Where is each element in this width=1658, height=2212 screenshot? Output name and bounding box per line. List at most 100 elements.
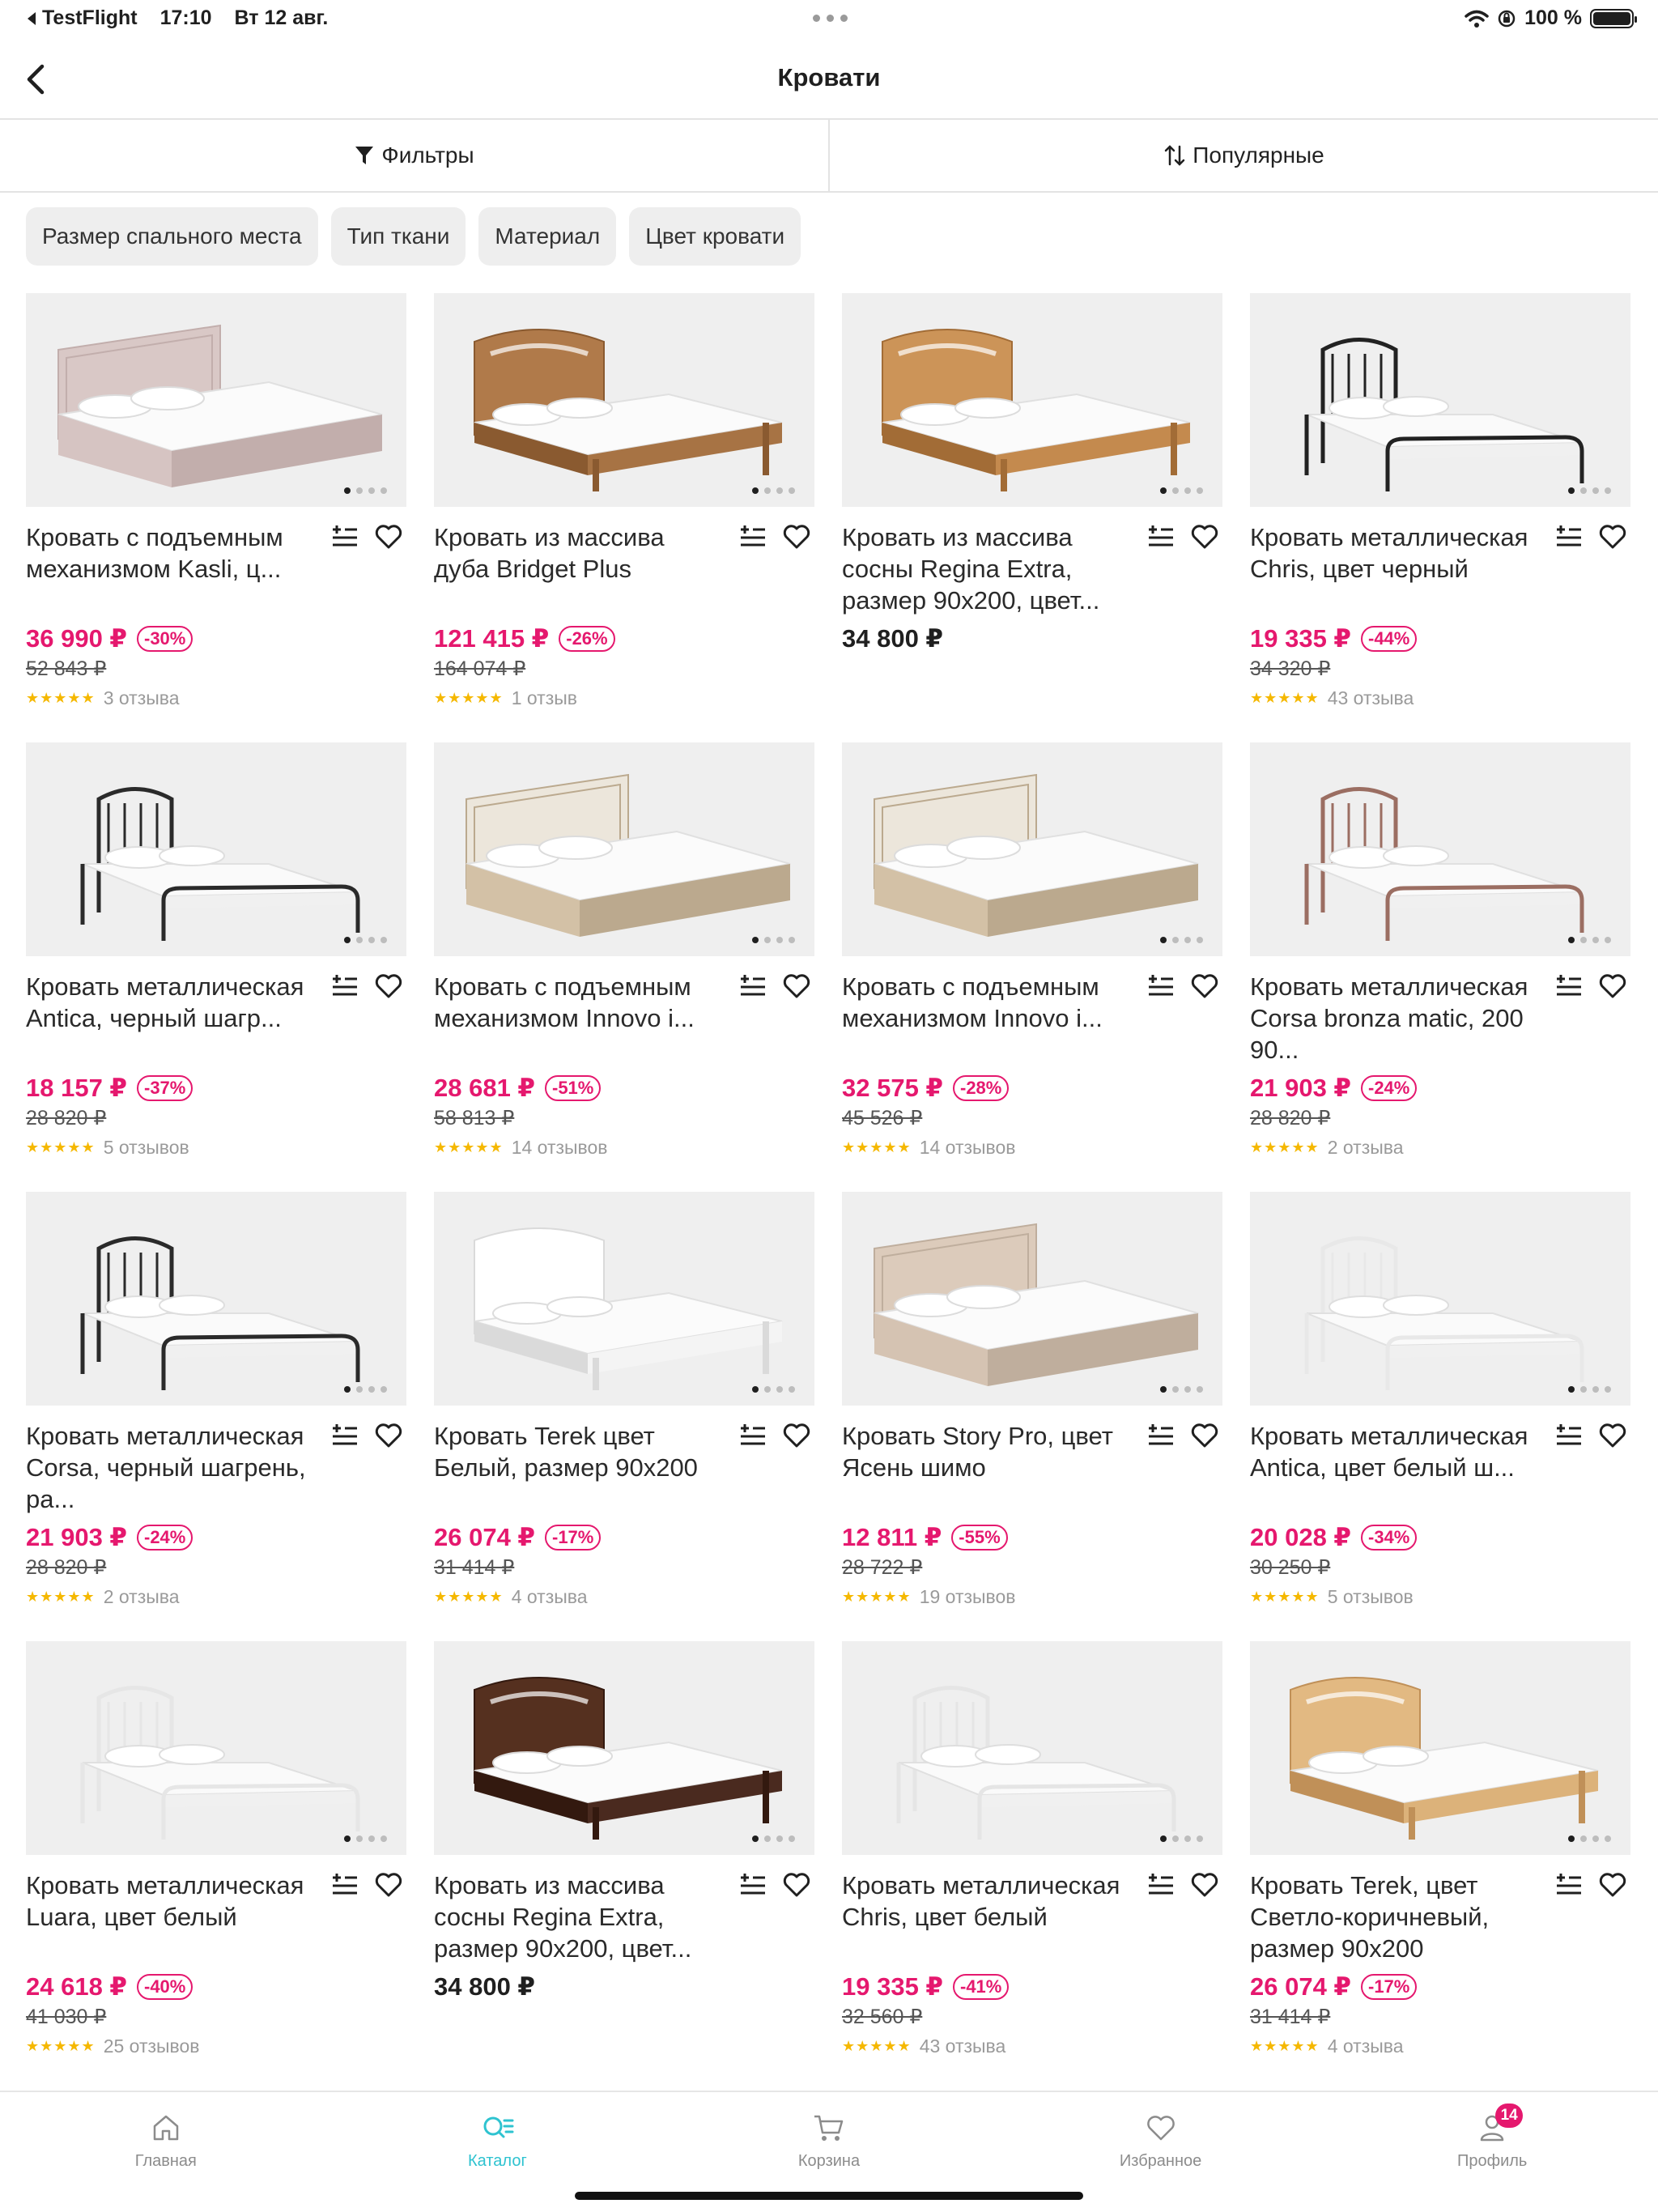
- product-image[interactable]: [842, 742, 1222, 956]
- product-image[interactable]: [1250, 742, 1630, 956]
- compare-list-icon[interactable]: [330, 1422, 359, 1449]
- product-image[interactable]: [434, 1641, 814, 1855]
- compare-list-icon[interactable]: [1554, 1871, 1584, 1899]
- compare-list-icon[interactable]: [1146, 1422, 1175, 1449]
- product-card[interactable]: Кровать металлическая Luara, цвет белый …: [26, 1641, 406, 2091]
- product-card[interactable]: Кровать металлическая Antica, черный шаг…: [26, 742, 406, 1192]
- product-image[interactable]: [26, 293, 406, 507]
- favorite-heart-icon[interactable]: [374, 972, 403, 1000]
- chip-fabric-type[interactable]: Тип ткани: [330, 207, 466, 266]
- product-name[interactable]: Кровать с подъемным механизмом Innovo i.…: [434, 971, 725, 1066]
- reviews-count[interactable]: 5 отзывов: [1328, 1586, 1414, 1608]
- compare-list-icon[interactable]: [330, 1871, 359, 1899]
- favorite-heart-icon[interactable]: [374, 1871, 403, 1899]
- reviews-count[interactable]: 2 отзыва: [1328, 1137, 1404, 1159]
- compare-list-icon[interactable]: [1554, 1422, 1584, 1449]
- product-card[interactable]: Кровать с подъемным механизмом Innovo i.…: [434, 742, 814, 1192]
- product-image[interactable]: [1250, 1192, 1630, 1406]
- chip-sleep-size[interactable]: Размер спального места: [26, 207, 318, 266]
- compare-list-icon[interactable]: [1146, 1871, 1175, 1899]
- product-name[interactable]: Кровать металлическая Chris, цвет белый: [842, 1870, 1133, 1964]
- compare-list-icon[interactable]: [1146, 972, 1175, 1000]
- product-card[interactable]: Кровать с подъемным механизмом Kasli, ц.…: [26, 293, 406, 742]
- reviews-count[interactable]: 19 отзывов: [920, 1586, 1016, 1608]
- reviews-count[interactable]: 1 отзыв: [512, 687, 577, 709]
- product-name[interactable]: Кровать Story Pro, цвет Ясень шимо: [842, 1420, 1133, 1515]
- reviews-count[interactable]: 43 отзыва: [920, 2035, 1006, 2057]
- product-name[interactable]: Кровать из массива дуба Bridget Plus: [434, 521, 725, 616]
- favorite-heart-icon[interactable]: [782, 972, 811, 1000]
- product-image[interactable]: [842, 1192, 1222, 1406]
- compare-list-icon[interactable]: [330, 972, 359, 1000]
- product-name[interactable]: Кровать металлическая Corsa, черный шагр…: [26, 1420, 317, 1515]
- favorite-heart-icon[interactable]: [1190, 972, 1219, 1000]
- compare-list-icon[interactable]: [1554, 523, 1584, 551]
- product-image[interactable]: [26, 742, 406, 956]
- tab-home[interactable]: Главная: [0, 2092, 332, 2212]
- product-name[interactable]: Кровать металлическая Antica, цвет белый…: [1250, 1420, 1541, 1515]
- product-image[interactable]: [1250, 293, 1630, 507]
- reviews-count[interactable]: 25 отзывов: [104, 2035, 200, 2057]
- tab-profile[interactable]: 14 Профиль: [1326, 2092, 1658, 2212]
- product-card[interactable]: Кровать металлическая Corsa, черный шагр…: [26, 1192, 406, 1641]
- reviews-count[interactable]: 43 отзыва: [1328, 687, 1414, 709]
- favorite-heart-icon[interactable]: [782, 1422, 811, 1449]
- product-name[interactable]: Кровать Terek, цвет Светло-коричневый, р…: [1250, 1870, 1541, 1964]
- product-card[interactable]: Кровать Terek цвет Белый, размер 90х200 …: [434, 1192, 814, 1641]
- favorite-heart-icon[interactable]: [374, 1422, 403, 1449]
- compare-list-icon[interactable]: [1146, 523, 1175, 551]
- compare-list-icon[interactable]: [738, 523, 767, 551]
- compare-list-icon[interactable]: [738, 1422, 767, 1449]
- product-image[interactable]: [434, 742, 814, 956]
- product-name[interactable]: Кровать с подъемным механизмом Kasli, ц.…: [26, 521, 317, 616]
- favorite-heart-icon[interactable]: [1598, 1871, 1627, 1899]
- product-card[interactable]: Кровать металлическая Chris, цвет белый …: [842, 1641, 1222, 2091]
- product-card[interactable]: Кровать Story Pro, цвет Ясень шимо 12 81…: [842, 1192, 1222, 1641]
- product-card[interactable]: Кровать металлическая Antica, цвет белый…: [1250, 1192, 1630, 1641]
- product-card[interactable]: Кровать металлическая Chris, цвет черный…: [1250, 293, 1630, 742]
- product-card[interactable]: Кровать из массива сосны Regina Extra, р…: [434, 1641, 814, 2091]
- favorite-heart-icon[interactable]: [1598, 1422, 1627, 1449]
- favorite-heart-icon[interactable]: [782, 1871, 811, 1899]
- product-card[interactable]: Кровать с подъемным механизмом Innovo i.…: [842, 742, 1222, 1192]
- product-name[interactable]: Кровать с подъемным механизмом Innovo i.…: [842, 971, 1133, 1066]
- sort-button[interactable]: Популярные: [830, 120, 1658, 191]
- chip-bed-color[interactable]: Цвет кровати: [629, 207, 801, 266]
- product-name[interactable]: Кровать из массива сосны Regina Extra, р…: [434, 1870, 725, 1964]
- favorite-heart-icon[interactable]: [374, 523, 403, 551]
- product-name[interactable]: Кровать металлическая Chris, цвет черный: [1250, 521, 1541, 616]
- reviews-count[interactable]: 4 отзыва: [512, 1586, 588, 1608]
- product-name[interactable]: Кровать металлическая Antica, черный шаг…: [26, 971, 317, 1066]
- product-image[interactable]: [26, 1641, 406, 1855]
- compare-list-icon[interactable]: [738, 1871, 767, 1899]
- favorite-heart-icon[interactable]: [1190, 523, 1219, 551]
- product-image[interactable]: [1250, 1641, 1630, 1855]
- back-to-app-link[interactable]: TestFlight: [26, 6, 138, 30]
- product-name[interactable]: Кровать металлическая Luara, цвет белый: [26, 1870, 317, 1964]
- reviews-count[interactable]: 3 отзыва: [104, 687, 180, 709]
- reviews-count[interactable]: 2 отзыва: [104, 1586, 180, 1608]
- product-card[interactable]: Кровать Terek, цвет Светло-коричневый, р…: [1250, 1641, 1630, 2091]
- product-card[interactable]: Кровать из массива дуба Bridget Plus 121…: [434, 293, 814, 742]
- product-name[interactable]: Кровать из массива сосны Regina Extra, р…: [842, 521, 1133, 616]
- compare-list-icon[interactable]: [330, 523, 359, 551]
- compare-list-icon[interactable]: [1554, 972, 1584, 1000]
- product-name[interactable]: Кровать Terek цвет Белый, размер 90х200: [434, 1420, 725, 1515]
- favorite-heart-icon[interactable]: [782, 523, 811, 551]
- reviews-count[interactable]: 14 отзывов: [512, 1137, 608, 1159]
- product-image[interactable]: [434, 1192, 814, 1406]
- reviews-count[interactable]: 5 отзывов: [104, 1137, 189, 1159]
- reviews-count[interactable]: 14 отзывов: [920, 1137, 1016, 1159]
- reviews-count[interactable]: 4 отзыва: [1328, 2035, 1404, 2057]
- filters-button[interactable]: Фильтры: [0, 120, 830, 191]
- chip-material[interactable]: Материал: [478, 207, 617, 266]
- favorite-heart-icon[interactable]: [1190, 1871, 1219, 1899]
- multitasking-dots[interactable]: [813, 15, 848, 22]
- product-image[interactable]: [26, 1192, 406, 1406]
- product-card[interactable]: Кровать металлическая Corsa bronza matic…: [1250, 742, 1630, 1192]
- favorite-heart-icon[interactable]: [1190, 1422, 1219, 1449]
- product-image[interactable]: [434, 293, 814, 507]
- favorite-heart-icon[interactable]: [1598, 972, 1627, 1000]
- product-image[interactable]: [842, 293, 1222, 507]
- product-name[interactable]: Кровать металлическая Corsa bronza matic…: [1250, 971, 1541, 1066]
